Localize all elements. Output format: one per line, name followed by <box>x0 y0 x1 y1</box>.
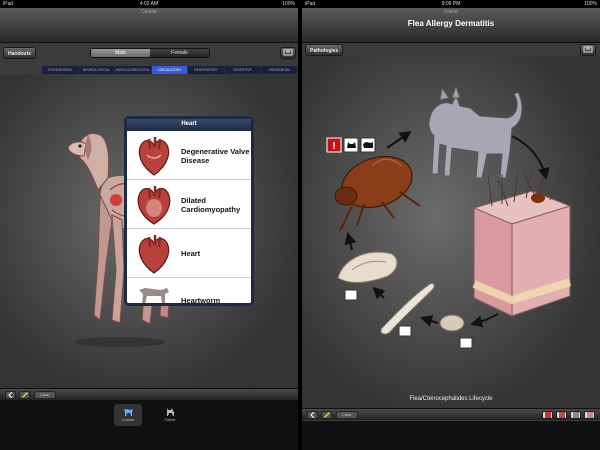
thumbnail-button[interactable] <box>570 411 581 419</box>
canine-screen: iPad 4:02 AM 100% Canine Handouts Male F… <box>0 0 298 450</box>
body-system-tabs: EYE/EAR/SKIN NEUROLOGICAL MUSCULOSKELETA… <box>42 66 298 74</box>
heart-anatomy-icon <box>138 235 170 274</box>
share-icon <box>583 46 593 53</box>
navigation-bar: Feline Flea Allergy Dermatitis <box>302 8 600 43</box>
image-thumbnail-icon <box>572 412 579 418</box>
dog-icon <box>123 409 133 416</box>
drawing-toolbar: Clear <box>302 408 600 420</box>
svg-text:!: ! <box>332 141 335 152</box>
tab-feline[interactable]: Feline <box>156 404 184 426</box>
lifecycle-stage: ! <box>302 56 600 408</box>
heart-conditions-popover: Heart Degenerative Valve Disease Dilated… <box>124 116 254 306</box>
pencil-icon <box>323 412 330 418</box>
dog-silhouette-icon <box>139 288 169 303</box>
adult-flea-illustration[interactable] <box>334 148 421 232</box>
popover-title: Heart <box>127 119 251 131</box>
skin-cross-section-illustration[interactable] <box>472 167 572 317</box>
pen-tool-button[interactable] <box>321 411 332 419</box>
clock: 9:09 PM <box>441 1 461 7</box>
list-item-label: Heart <box>181 249 201 258</box>
heart-anatomy-icon <box>137 186 171 225</box>
tab-neurological[interactable]: NEUROLOGICAL <box>79 66 116 74</box>
app-title: Canine <box>141 9 157 15</box>
list-item-label: Degenerative Valve Disease <box>181 146 250 165</box>
thumbnail-button[interactable] <box>584 411 595 419</box>
list-item-dilated-cardiomyopathy[interactable]: Dilated Cardiomyopathy <box>127 180 251 229</box>
image-thumbnail-icon <box>558 412 565 418</box>
back-arrow-icon <box>7 391 12 399</box>
tab-circulatory[interactable]: CIRCULATORY <box>151 66 189 74</box>
lifecycle-arrow <box>511 135 550 180</box>
pencil-icon <box>21 392 28 398</box>
clear-button[interactable]: Clear <box>34 391 56 399</box>
status-bar: iPad 9:09 PM 100% <box>302 0 600 8</box>
pen-tool-button[interactable] <box>19 391 30 399</box>
status-bar: iPad 4:02 AM 100% <box>0 0 298 8</box>
gender-segmented-control: Male Female <box>90 48 210 58</box>
lifecycle-arrow <box>420 315 439 327</box>
heart-anatomy-icon <box>138 137 170 176</box>
flea-lifecycle-diagram: ! <box>326 84 572 349</box>
drawing-toolbar: Clear <box>0 388 298 400</box>
app-title: Feline <box>444 9 458 15</box>
tab-urogenital[interactable]: UROGENITAL <box>261 66 298 74</box>
tab-label: Canine <box>121 417 135 422</box>
thumbnail-button[interactable] <box>556 411 567 419</box>
tab-label: Feline <box>164 417 176 422</box>
battery-level: 100% <box>282 1 295 7</box>
lifecycle-arrow <box>386 130 412 149</box>
cat-host-illustration[interactable] <box>428 84 523 179</box>
flea-egg-illustration[interactable] <box>439 314 465 332</box>
clock: 4:02 AM <box>139 1 159 7</box>
lifecycle-arrow <box>372 286 386 300</box>
battery-level: 100% <box>584 1 597 7</box>
back-button[interactable] <box>307 411 318 419</box>
navigation-bar: Canine <box>0 8 298 43</box>
image-thumbnail-icon <box>586 412 593 418</box>
page-title: Flea Allergy Dermatitis <box>407 19 495 28</box>
species-icon-group: ! <box>326 137 376 153</box>
environment-icon[interactable] <box>398 325 412 337</box>
share-button[interactable] <box>580 44 596 56</box>
image-thumbnail-icon <box>544 412 551 418</box>
species-tab-bar: Canine Feline <box>0 400 298 450</box>
bottom-bar <box>302 421 600 450</box>
segment-male[interactable]: Male <box>91 49 150 57</box>
share-button[interactable] <box>280 47 296 59</box>
list-item-degenerative-valve-disease[interactable]: Degenerative Valve Disease <box>127 131 251 180</box>
environment-icon[interactable] <box>344 289 358 301</box>
handouts-button[interactable]: Handouts <box>3 47 37 59</box>
list-item-heart[interactable]: Heart <box>127 229 251 278</box>
back-button[interactable] <box>5 391 16 399</box>
lifecycle-arrow <box>344 232 357 251</box>
tab-eye-ear-skin[interactable]: EYE/EAR/SKIN <box>42 66 79 74</box>
flea-pupa-illustration[interactable] <box>337 251 398 283</box>
cat-icon <box>166 408 174 416</box>
clear-button[interactable]: Clear <box>336 411 358 419</box>
tab-digestive[interactable]: DIGESTIVE <box>225 66 262 74</box>
diagram-caption: Flea/Ctenocephalides Lifecycle <box>409 396 493 402</box>
environment-icon[interactable] <box>459 337 473 349</box>
share-icon <box>283 49 293 56</box>
tab-musculoskeletal[interactable]: MUSCULOSKELETAL <box>115 66 152 74</box>
tab-canine[interactable]: Canine <box>114 404 142 426</box>
tab-respiratory[interactable]: RESPIRATORY <box>188 66 225 74</box>
back-arrow-icon <box>309 411 314 419</box>
list-item-label: Heartworm <box>181 296 221 305</box>
lifecycle-arrow <box>470 313 499 328</box>
segment-female[interactable]: Female <box>150 49 209 57</box>
list-item-heartworm[interactable]: Heartworm <box>127 278 251 305</box>
list-item-label: Dilated Cardiomyopathy <box>181 195 241 214</box>
feline-screen: iPad 9:09 PM 100% Feline Flea Allergy De… <box>302 0 600 450</box>
pathologies-button[interactable]: Pathologies <box>305 44 344 56</box>
thumbnail-button[interactable] <box>542 411 553 419</box>
